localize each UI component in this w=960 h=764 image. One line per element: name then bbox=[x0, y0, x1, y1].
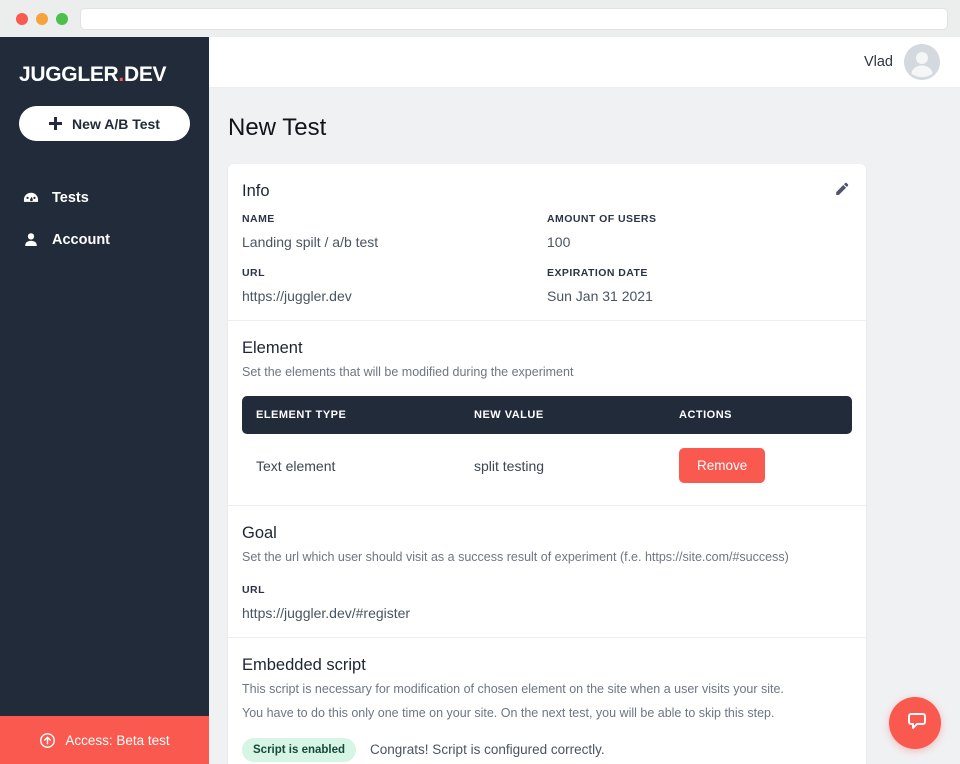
element-table: ELEMENT TYPE NEW VALUE ACTIONS Text elem… bbox=[242, 396, 852, 489]
column-header-element-type: ELEMENT TYPE bbox=[256, 409, 347, 422]
element-subtitle: Set the elements that will be modified d… bbox=[242, 365, 574, 379]
name-value: Landing spilt / a/b test bbox=[242, 234, 379, 250]
sidebar-item-account[interactable]: Account bbox=[0, 219, 209, 261]
brand-main: JUGGLER bbox=[19, 63, 119, 86]
close-window-icon[interactable] bbox=[16, 12, 28, 25]
info-url-value: https://juggler.dev bbox=[242, 288, 352, 304]
script-line-1: This script is necessary for modificatio… bbox=[242, 681, 784, 696]
expiration-value: Sun Jan 31 2021 bbox=[547, 288, 653, 304]
sidebar-item-label-tests: Tests bbox=[52, 190, 89, 206]
column-header-new-value: NEW VALUE bbox=[474, 409, 544, 422]
remove-element-button[interactable]: Remove bbox=[679, 448, 766, 484]
window-controls bbox=[12, 12, 68, 25]
chat-bubble-icon bbox=[903, 710, 927, 737]
chat-support-button[interactable] bbox=[889, 697, 941, 749]
user-menu[interactable]: Vlad bbox=[864, 44, 940, 80]
address-bar[interactable] bbox=[80, 7, 948, 30]
sidebar-item-label-account: Account bbox=[52, 232, 110, 248]
app-shell: JUGGLER.DEV New A/B Test Tests Account A… bbox=[0, 37, 960, 764]
test-settings-card: Info NAME AMOUNT OF USERS Landing spilt … bbox=[228, 164, 866, 764]
topbar: Vlad bbox=[209, 37, 960, 88]
info-url-label: URL bbox=[242, 267, 265, 279]
goal-url-label: URL bbox=[242, 583, 265, 596]
table-header-row: ELEMENT TYPE NEW VALUE ACTIONS bbox=[242, 396, 852, 435]
info-title: Info bbox=[242, 182, 270, 200]
sidebar: JUGGLER.DEV New A/B Test Tests Account A… bbox=[0, 37, 209, 764]
script-title: Embedded script bbox=[242, 655, 366, 674]
brand-logo[interactable]: JUGGLER.DEV bbox=[0, 37, 209, 87]
main-content: Vlad New Test Info NAME AMOUNT OF USERS … bbox=[209, 37, 960, 764]
brand-suffix: DEV bbox=[123, 63, 167, 86]
gauge-icon bbox=[22, 189, 40, 207]
person-icon bbox=[22, 231, 40, 249]
status-badge: Script is enabled bbox=[242, 737, 357, 762]
avatar[interactable] bbox=[904, 44, 940, 80]
cell-new-value: split testing bbox=[474, 457, 545, 474]
browser-titlebar bbox=[0, 0, 960, 37]
zoom-window-icon[interactable] bbox=[56, 12, 68, 25]
new-ab-test-label: New A/B Test bbox=[72, 115, 160, 132]
minimize-window-icon[interactable] bbox=[36, 12, 48, 25]
goal-url-block: URL https://juggler.dev/#register bbox=[242, 584, 852, 621]
info-fields: NAME AMOUNT OF USERS Landing spilt / a/b… bbox=[242, 213, 852, 304]
page-title: New Test bbox=[228, 114, 327, 141]
element-title: Element bbox=[242, 339, 303, 357]
script-status-row: Script is enabled Congrats! Script is co… bbox=[242, 737, 852, 762]
beta-access-banner[interactable]: Access: Beta test bbox=[0, 716, 209, 764]
cell-actions: Remove bbox=[679, 448, 838, 484]
browser-window: JUGGLER.DEV New A/B Test Tests Account A… bbox=[0, 0, 960, 764]
name-label: NAME bbox=[242, 213, 275, 225]
goal-subtitle: Set the url which user should visit as a… bbox=[242, 550, 789, 565]
content-area: Info NAME AMOUNT OF USERS Landing spilt … bbox=[209, 142, 960, 764]
pencil-icon bbox=[832, 181, 852, 199]
user-name: Vlad bbox=[863, 54, 893, 70]
edit-info-button[interactable] bbox=[832, 180, 852, 200]
table-row: Text element split testing Remove bbox=[242, 434, 852, 489]
users-label: AMOUNT OF USERS bbox=[547, 213, 657, 225]
status-note: Congrats! Script is configured correctly… bbox=[370, 742, 605, 757]
cell-element-type: Text element bbox=[256, 457, 336, 474]
goal-url-value: https://juggler.dev/#register bbox=[242, 604, 411, 621]
goal-section: Goal Set the url which user should visit… bbox=[228, 506, 866, 638]
plus-icon bbox=[49, 117, 63, 130]
sidebar-nav: Tests Account bbox=[0, 177, 209, 261]
column-header-actions: ACTIONS bbox=[679, 409, 732, 422]
new-ab-test-button[interactable]: New A/B Test bbox=[19, 106, 190, 141]
embedded-script-section: Embedded script This script is necessary… bbox=[228, 638, 866, 764]
arrow-up-circle-icon bbox=[39, 732, 56, 749]
sidebar-item-tests[interactable]: Tests bbox=[0, 177, 209, 219]
expiration-label: EXPIRATION DATE bbox=[547, 267, 648, 279]
users-value: 100 bbox=[547, 234, 571, 250]
beta-banner-label: Access: Beta test bbox=[65, 732, 170, 748]
goal-title: Goal bbox=[242, 524, 277, 543]
script-line-2: You have to do this only one time on you… bbox=[242, 706, 775, 721]
element-section: Element Set the elements that will be mo… bbox=[228, 321, 866, 507]
info-section: Info NAME AMOUNT OF USERS Landing spilt … bbox=[228, 164, 866, 321]
